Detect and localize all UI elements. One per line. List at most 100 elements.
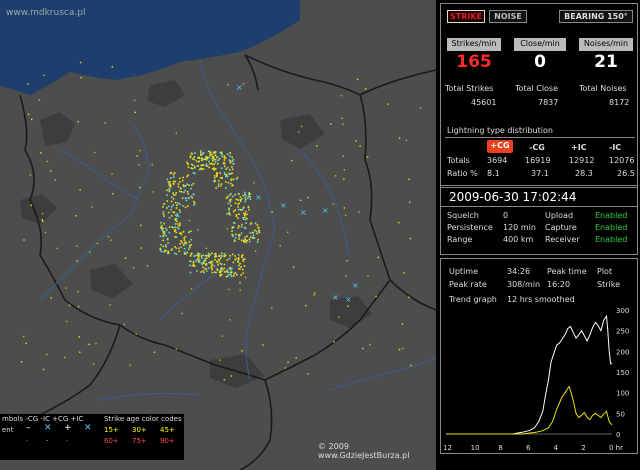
strike-dot	[343, 169, 345, 171]
ic-strike-marker: ×	[280, 201, 287, 210]
strike-dot	[231, 233, 233, 236]
strike-dot	[160, 221, 162, 224]
map-legend: mbols -CG -IC +CG +IC Strike age color c…	[0, 414, 184, 460]
strike-dot	[228, 169, 231, 171]
strike-dot	[174, 194, 177, 196]
noise-button[interactable]: NOISE	[489, 10, 527, 23]
strike-dot	[244, 276, 247, 279]
strike-dot	[193, 204, 195, 206]
strike-dot	[204, 254, 207, 257]
strike-dot	[187, 163, 189, 166]
strike-dot	[183, 191, 185, 194]
lightning-map[interactable]: × × × × × × × × www.mdkrusca.pl © 2009 www.Gdzi…	[0, 0, 436, 470]
strike-dot	[237, 217, 239, 219]
strike-dot	[172, 176, 175, 178]
strike-dot	[56, 247, 58, 250]
strike-dot	[234, 209, 237, 211]
totals-minus-ic: 12076	[609, 156, 635, 165]
strike-dot	[167, 205, 170, 208]
strike-dot	[232, 184, 234, 186]
strike-dot	[206, 270, 208, 272]
strike-dot	[200, 151, 202, 153]
total-strikes-value: 45601	[471, 98, 497, 107]
strike-dot	[174, 201, 177, 204]
strike-dot	[223, 253, 226, 255]
legend-age-75: 75+	[132, 437, 147, 445]
strike-dot	[169, 181, 171, 183]
close-per-min-value: 0	[534, 52, 546, 72]
strike-dot	[408, 296, 410, 298]
strike-dot	[112, 193, 114, 195]
strike-dot	[244, 211, 247, 213]
totals-minus-cg: 16919	[525, 156, 551, 165]
strike-dot	[314, 292, 316, 294]
strike-dot	[238, 268, 240, 270]
ratio-plus-cg: 8.1	[487, 169, 500, 178]
strike-dot	[188, 246, 191, 249]
strike-dot	[140, 247, 142, 249]
strike-dot	[225, 197, 228, 200]
strike-dot	[187, 174, 189, 176]
strike-dot	[182, 244, 185, 246]
stats-box: STRIKE NOISE BEARING 150° Strikes/min Cl…	[440, 3, 638, 188]
strike-dot	[172, 226, 174, 229]
strike-button[interactable]: STRIKE	[447, 10, 485, 23]
strike-dot	[193, 165, 196, 168]
strike-dot	[174, 223, 177, 225]
strike-dot	[246, 235, 248, 238]
strike-dot	[367, 275, 369, 277]
strike-dot	[205, 163, 208, 165]
strike-dot	[231, 267, 233, 270]
strike-dot	[192, 264, 195, 267]
strike-dot	[164, 227, 167, 230]
strike-dot	[231, 156, 233, 159]
strike-dot	[186, 183, 188, 186]
strike-dot	[212, 155, 215, 158]
strike-dot	[200, 164, 203, 166]
strike-dot	[27, 83, 29, 85]
strike-dot	[232, 163, 235, 165]
legend-age-90: 90+	[160, 437, 175, 445]
strike-dot	[217, 185, 219, 188]
strike-dot	[205, 247, 208, 250]
strike-dot	[153, 351, 156, 353]
strike-dot	[190, 253, 193, 255]
bearing-button[interactable]: BEARING 150°	[559, 10, 633, 23]
strike-dot	[235, 257, 238, 260]
strike-dot	[107, 235, 110, 238]
strike-dot	[229, 269, 232, 271]
strike-dot	[313, 294, 315, 296]
strike-dot	[242, 218, 245, 220]
strikes-per-min-label: Strikes/min	[447, 38, 501, 51]
strike-dot	[173, 194, 175, 196]
strike-dot	[344, 214, 347, 216]
strike-dot	[184, 189, 187, 192]
strike-dot	[42, 368, 45, 371]
strike-dot	[197, 257, 200, 259]
strike-dot	[159, 249, 162, 251]
strike-dot	[355, 140, 357, 142]
strike-dot	[223, 155, 226, 157]
strike-dot	[231, 227, 234, 229]
strike-dot	[197, 157, 199, 159]
plus-cg-header[interactable]: +CG	[487, 140, 513, 153]
strike-dot	[215, 271, 217, 274]
strike-dot	[216, 175, 218, 178]
total-close-value: 7837	[538, 98, 559, 107]
strike-dot	[237, 260, 239, 262]
strike-dot	[232, 261, 235, 264]
strike-dot	[410, 364, 412, 367]
strike-dot	[185, 242, 188, 245]
strike-dot	[229, 194, 231, 196]
strike-dot	[220, 167, 223, 169]
y-tick-label: 300	[616, 307, 629, 315]
strike-dot	[211, 263, 213, 266]
strike-dot	[192, 182, 195, 185]
strike-dot	[241, 256, 243, 259]
totals-label: Totals	[447, 156, 470, 165]
strike-dot	[246, 217, 248, 220]
strike-dot	[243, 226, 246, 229]
strike-dot	[256, 232, 258, 235]
strike-dot	[77, 120, 79, 123]
datetime-display: 2009-06-30 17:02:44	[449, 190, 577, 204]
